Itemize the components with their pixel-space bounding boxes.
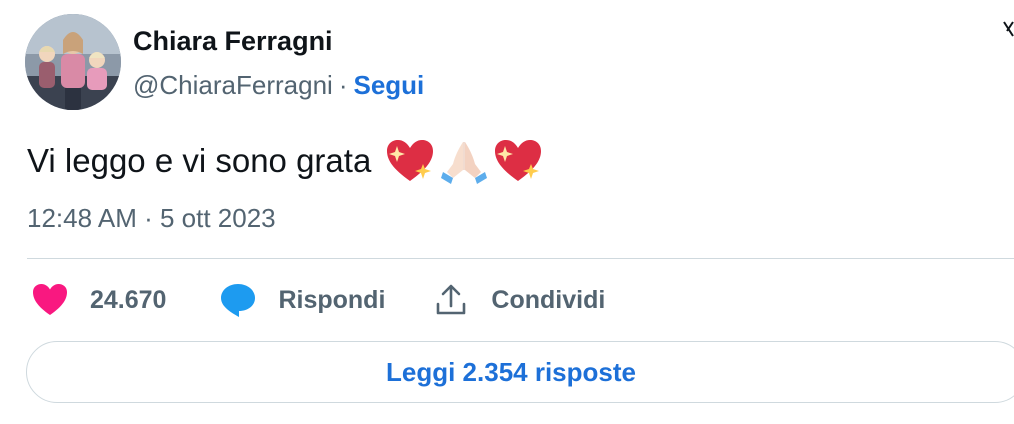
author-handle-row: @ChiaraFerragni · Segui	[133, 70, 424, 101]
speech-bubble-icon	[221, 284, 256, 317]
tweet-emojis	[385, 138, 543, 184]
share-button[interactable]: Condividi	[431, 280, 605, 320]
handle-separator: ·	[338, 70, 348, 100]
tweet-timestamp[interactable]: 12:48 AM · 5 ott 2023	[27, 203, 276, 234]
profile-photo-icon	[25, 14, 121, 110]
heart-icon	[33, 284, 67, 315]
tweet-text: Vi leggo e vi sono grata	[27, 142, 372, 179]
reply-button[interactable]: Rispondi	[218, 280, 385, 320]
share-label: Condividi	[491, 285, 606, 314]
x-logo-icon[interactable]	[1003, 10, 1014, 60]
read-replies-button[interactable]: Leggi 2.354 risposte	[26, 341, 1014, 403]
read-replies-label: Leggi 2.354 risposte	[386, 356, 636, 387]
author-avatar[interactable]	[25, 14, 121, 110]
like-button[interactable]: 24.670	[30, 280, 166, 320]
reply-label: Rispondi	[278, 285, 386, 314]
sparkling-heart-icon	[387, 140, 434, 181]
follow-button[interactable]: Segui	[353, 70, 424, 100]
tweet-body: Vi leggo e vi sono grata	[27, 138, 543, 184]
tweet-actions: 24.670 Rispondi Condividi	[30, 278, 605, 322]
folded-hands-icon	[441, 142, 488, 184]
author-handle[interactable]: @ChiaraFerragni	[133, 70, 333, 100]
sparkling-heart-icon	[495, 140, 542, 181]
like-count: 24.670	[90, 285, 167, 314]
share-upload-icon	[437, 284, 466, 315]
author-display-name[interactable]: Chiara Ferragni	[133, 26, 333, 57]
divider	[27, 258, 1014, 259]
